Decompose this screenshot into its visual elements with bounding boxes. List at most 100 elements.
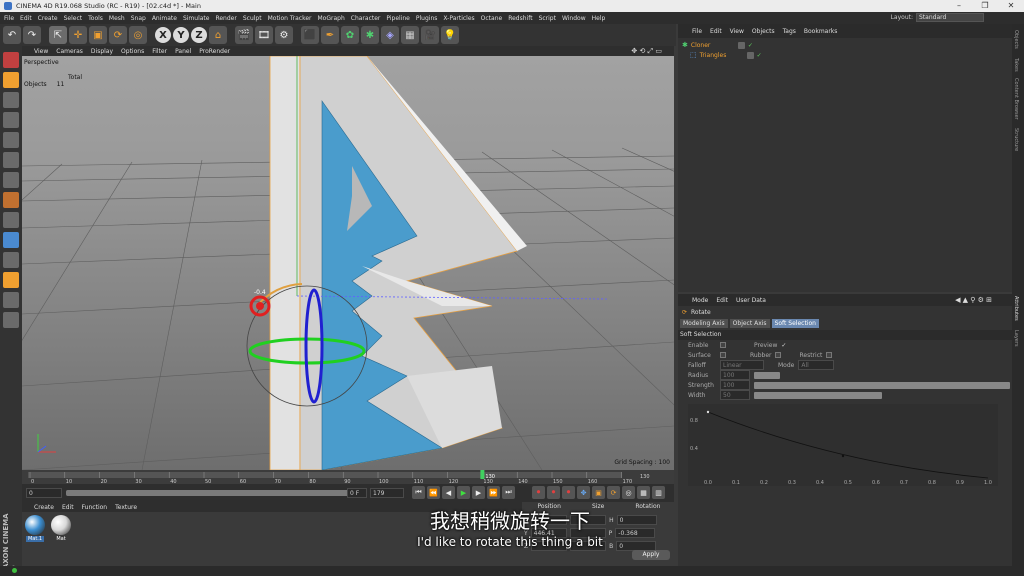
- move-tool-icon[interactable]: ✛: [69, 26, 87, 44]
- object-menu-edit[interactable]: Edit: [710, 28, 722, 35]
- undo-icon[interactable]: ↶: [3, 26, 21, 44]
- tab-attributes[interactable]: Attributes: [1013, 296, 1019, 321]
- radius-slider[interactable]: [754, 371, 780, 379]
- mode-dropdown[interactable]: All: [798, 360, 835, 370]
- x-axis-lock-button[interactable]: X: [155, 27, 171, 43]
- record-parameter-icon[interactable]: ◎: [622, 486, 635, 499]
- visibility-toggle[interactable]: [746, 51, 754, 59]
- falloff-dropdown[interactable]: Linear: [720, 360, 764, 370]
- object-menu-objects[interactable]: Objects: [752, 28, 775, 35]
- attribute-nav-icons[interactable]: ◀ ▲ ⚲ ⚙ ⊞: [955, 296, 992, 304]
- tab-modeling-axis[interactable]: Modeling Axis: [680, 318, 728, 328]
- viewport-menu-view[interactable]: View: [34, 48, 48, 55]
- menu-mesh[interactable]: Mesh: [109, 15, 125, 22]
- model-mode-icon[interactable]: [3, 72, 19, 88]
- menu-x-particles[interactable]: X-Particles: [443, 15, 474, 22]
- record-pla-icon[interactable]: ▦: [637, 486, 650, 499]
- tab-soft-selection[interactable]: Soft Selection: [771, 318, 819, 328]
- deformer-icon[interactable]: ◈: [381, 26, 399, 44]
- start-frame-field[interactable]: 0: [26, 488, 62, 498]
- viewport-menu-display[interactable]: Display: [91, 48, 113, 55]
- tab-object-axis[interactable]: Object Axis: [729, 318, 770, 328]
- cloner-icon[interactable]: ✱: [361, 26, 379, 44]
- rubber-checkbox[interactable]: [775, 352, 782, 358]
- strength-slider[interactable]: [754, 381, 1010, 389]
- record-rotation-icon[interactable]: ⟳: [607, 486, 620, 499]
- object-row-triangles[interactable]: ⬚ Triangles ✓: [678, 50, 1012, 60]
- restrict-checkbox[interactable]: [826, 352, 833, 358]
- texture-mode-icon[interactable]: [3, 92, 19, 108]
- object-menu-file[interactable]: File: [692, 28, 702, 35]
- make-editable-icon[interactable]: [3, 52, 19, 68]
- next-key-icon[interactable]: ⏩: [487, 486, 500, 499]
- viewport-nav-icons[interactable]: ✥ ⟲ ⤢ ▭: [631, 47, 662, 56]
- material-swatch[interactable]: Mat.1: [24, 515, 46, 542]
- cube-icon[interactable]: ⬛: [301, 26, 319, 44]
- edit-render-settings-icon[interactable]: ⚙: [275, 26, 293, 44]
- subdivision-surface-icon[interactable]: ✿: [341, 26, 359, 44]
- viewport-menu-panel[interactable]: Panel: [175, 48, 191, 55]
- viewport-menu-options[interactable]: Options: [121, 48, 144, 55]
- attribute-menu-mode[interactable]: Mode: [692, 297, 708, 304]
- object-menu-tags[interactable]: Tags: [783, 28, 796, 35]
- z-axis-lock-button[interactable]: Z: [191, 27, 207, 43]
- menu-tools[interactable]: Tools: [88, 15, 103, 22]
- menu-simulate[interactable]: Simulate: [183, 15, 210, 22]
- maximize-button[interactable]: ❐: [972, 0, 998, 12]
- record-scale-icon[interactable]: ▣: [592, 486, 605, 499]
- points-mode-icon[interactable]: [3, 132, 19, 148]
- y-axis-lock-button[interactable]: Y: [173, 27, 189, 43]
- next-frame-icon[interactable]: ▶: [472, 486, 485, 499]
- object-menu-view[interactable]: View: [730, 28, 744, 35]
- viewport-menu-filter[interactable]: Filter: [152, 48, 167, 55]
- record-position-icon[interactable]: ✥: [577, 486, 590, 499]
- close-button[interactable]: ✕: [998, 0, 1024, 12]
- material-menu-create[interactable]: Create: [34, 504, 54, 511]
- menu-character[interactable]: Character: [351, 15, 381, 22]
- object-name[interactable]: Cloner: [691, 42, 735, 49]
- menu-render[interactable]: Render: [215, 15, 236, 22]
- record-icon[interactable]: ⏺: [532, 486, 545, 499]
- menu-plugins[interactable]: Plugins: [416, 15, 438, 22]
- attribute-menu-edit[interactable]: Edit: [716, 297, 728, 304]
- menu-mograph[interactable]: MoGraph: [318, 15, 345, 22]
- recent-tools-icon[interactable]: ◎: [129, 26, 147, 44]
- preview-checkbox[interactable]: ✓: [781, 342, 786, 349]
- visibility-toggle[interactable]: [737, 41, 745, 49]
- strength-field[interactable]: 100: [720, 380, 750, 390]
- range-field[interactable]: 0 F: [347, 488, 367, 498]
- prev-frame-icon[interactable]: ◀: [442, 486, 455, 499]
- menu-window[interactable]: Window: [562, 15, 586, 22]
- timeline-ruler[interactable]: 0 10 20 30 40 50 60 70 80 90 100 110 120 130 140 150 160…: [22, 470, 674, 484]
- menu-pipeline[interactable]: Pipeline: [386, 15, 409, 22]
- menu-sculpt[interactable]: Sculpt: [243, 15, 262, 22]
- polygons-mode-icon[interactable]: [3, 172, 19, 188]
- prev-key-icon[interactable]: ⏪: [427, 486, 440, 499]
- tweak-mode-icon[interactable]: [3, 212, 19, 228]
- keyframe-selection-icon[interactable]: ⏺: [562, 486, 575, 499]
- surface-checkbox[interactable]: [720, 352, 726, 358]
- tab-structure[interactable]: Structure: [1013, 128, 1019, 151]
- material-menu-texture[interactable]: Texture: [115, 504, 137, 511]
- edges-mode-icon[interactable]: [3, 152, 19, 168]
- enable-checkbox[interactable]: [720, 342, 726, 348]
- menu-select[interactable]: Select: [64, 15, 83, 22]
- workplane-lock-icon[interactable]: [3, 272, 19, 288]
- tab-takes[interactable]: Takes: [1013, 58, 1019, 72]
- tab-content-browser[interactable]: Content Browser: [1013, 78, 1019, 120]
- tab-layers[interactable]: Layers: [1013, 330, 1019, 347]
- attribute-menu-user-data[interactable]: User Data: [736, 297, 766, 304]
- menu-animate[interactable]: Animate: [152, 15, 177, 22]
- range-slider[interactable]: [66, 490, 362, 496]
- coordinate-system-icon[interactable]: ⌂: [209, 26, 227, 44]
- menu-motion-tracker[interactable]: Motion Tracker: [268, 15, 312, 22]
- workplane-mode-icon[interactable]: [3, 112, 19, 128]
- render-to-picture-viewer-icon[interactable]: 🎞: [255, 26, 273, 44]
- width-slider[interactable]: [754, 391, 882, 399]
- redo-icon[interactable]: ↷: [23, 26, 41, 44]
- material-swatch[interactable]: Mat: [50, 515, 72, 542]
- play-icon[interactable]: ▶: [457, 486, 470, 499]
- menu-script[interactable]: Script: [539, 15, 556, 22]
- layer-icon[interactable]: [3, 312, 19, 328]
- viewport-menu-prorender[interactable]: ProRender: [199, 48, 230, 55]
